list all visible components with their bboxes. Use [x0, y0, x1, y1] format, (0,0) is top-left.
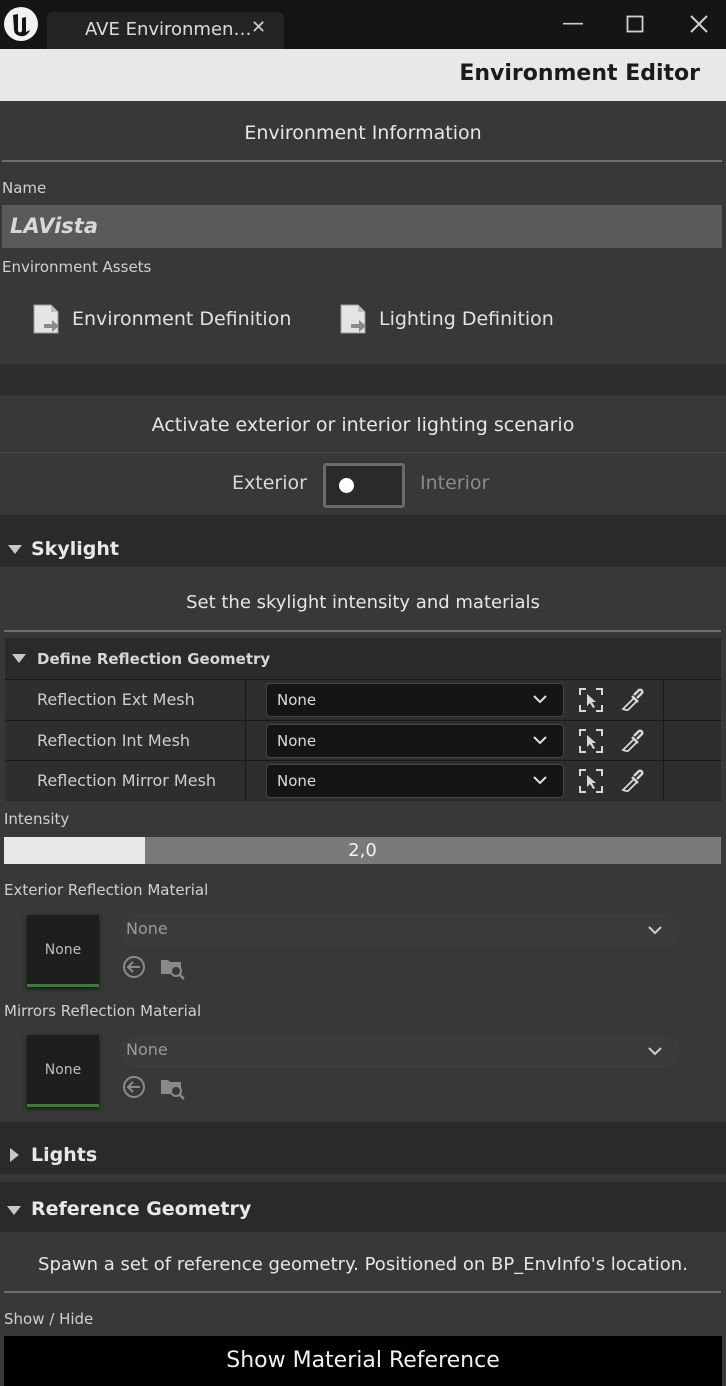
minimize-button[interactable]: — [558, 10, 588, 38]
skylight-category-header[interactable]: Skylight [0, 515, 726, 567]
property-name: Reflection Mirror Mesh [37, 771, 217, 790]
exterior-reflection-material-label: Exterior Reflection Material [4, 881, 209, 899]
tab-label: AVE Environmen… [85, 19, 252, 40]
show-material-reference-label: Show Material Reference [226, 1348, 500, 1373]
material-thumbnail[interactable]: None [27, 1035, 99, 1107]
use-selected-arrow-icon[interactable] [121, 1074, 147, 1100]
reference-geometry-header-label: Reference Geometry [31, 1198, 252, 1220]
environment-definition-button[interactable]: Environment Definition [32, 298, 291, 340]
reflection-int-mesh-row: Reflection Int Mesh None [5, 720, 721, 761]
browse-asset-icon[interactable] [578, 768, 604, 794]
document-tab[interactable]: AVE Environmen… ✕ [47, 12, 284, 49]
eyedropper-icon[interactable] [619, 728, 645, 754]
document-arrow-icon [340, 304, 366, 334]
column-divider [663, 680, 664, 720]
material-thumbnail[interactable]: None [27, 915, 99, 987]
thumbnail-label: None [44, 942, 82, 958]
unreal-logo-icon[interactable] [3, 6, 39, 42]
exterior-material-combo[interactable]: None [120, 913, 680, 947]
toggle-knob [339, 478, 354, 493]
eyedropper-icon[interactable] [619, 687, 645, 713]
chevron-down-icon [533, 695, 547, 704]
chevron-down-icon [648, 926, 662, 935]
eyedropper-icon[interactable] [619, 768, 645, 794]
window-titlebar: AVE Environmen… ✕ — [0, 0, 726, 49]
divider [2, 160, 722, 162]
combo-value: None [126, 1040, 168, 1059]
skylight-description: Set the skylight intensity and materials [186, 592, 540, 613]
reflection-ext-mesh-combo[interactable]: None [266, 683, 564, 717]
scenario-heading: Activate exterior or interior lighting s… [151, 414, 575, 436]
mirrors-reflection-material-label: Mirrors Reflection Material [4, 1002, 202, 1020]
name-field[interactable]: LAVista [2, 205, 722, 248]
document-arrow-icon [33, 304, 59, 334]
lights-header-label: Lights [31, 1144, 98, 1166]
reflection-mirror-mesh-row: Reflection Mirror Mesh None [5, 760, 721, 801]
environment-assets-label: Environment Assets [2, 258, 152, 276]
combo-value: None [277, 772, 317, 790]
section-spacer [0, 364, 726, 395]
property-name: Reflection Ext Mesh [37, 690, 195, 709]
reflection-ext-mesh-row: Reflection Ext Mesh None [5, 679, 721, 720]
reflection-geometry-group: Define Reflection Geometry Reflection Ex… [5, 638, 721, 801]
browse-asset-icon[interactable] [578, 728, 604, 754]
interior-label: Interior [420, 472, 490, 494]
show-material-reference-button[interactable]: Show Material Reference [4, 1336, 722, 1386]
intensity-value: 2,0 [348, 840, 377, 861]
combo-value: None [126, 919, 168, 938]
intensity-label: Intensity [4, 810, 70, 828]
reflection-int-mesh-combo[interactable]: None [266, 724, 564, 758]
reflection-geometry-header[interactable]: Define Reflection Geometry [5, 638, 721, 679]
use-selected-arrow-icon[interactable] [121, 954, 147, 980]
column-divider [245, 680, 246, 720]
maximize-button[interactable] [620, 10, 650, 38]
maximize-icon [626, 15, 644, 33]
close-icon [690, 15, 708, 33]
divider [4, 1291, 721, 1293]
expand-arrow-icon [8, 545, 22, 554]
editor-title: Environment Editor [459, 61, 700, 86]
divider [0, 452, 726, 453]
column-divider [663, 721, 664, 761]
reflection-mirror-mesh-combo[interactable]: None [266, 764, 564, 798]
collapsed-arrow-icon [10, 1148, 19, 1162]
column-divider [245, 761, 246, 801]
reference-geometry-category-header[interactable]: Reference Geometry [0, 1182, 726, 1232]
browse-folder-icon[interactable] [159, 1074, 185, 1100]
skylight-header-label: Skylight [31, 538, 119, 560]
exterior-label: Exterior [232, 472, 307, 494]
reflection-geometry-label: Define Reflection Geometry [37, 650, 271, 668]
browse-folder-icon[interactable] [159, 954, 185, 980]
lighting-definition-button[interactable]: Lighting Definition [339, 298, 554, 340]
show-hide-label: Show / Hide [4, 1310, 94, 1328]
intensity-slider[interactable]: 2,0 [4, 837, 721, 864]
reference-description: Spawn a set of reference geometry. Posit… [38, 1254, 688, 1275]
expand-arrow-icon [12, 654, 26, 663]
exterior-interior-toggle[interactable] [323, 463, 405, 508]
column-divider [245, 721, 246, 761]
tab-close-icon[interactable]: ✕ [251, 18, 266, 38]
expand-arrow-icon [7, 1206, 21, 1215]
section-heading-env-info: Environment Information [244, 122, 482, 144]
chevron-down-icon [533, 736, 547, 745]
chevron-down-icon [648, 1047, 662, 1056]
mirrors-material-combo[interactable]: None [120, 1034, 680, 1068]
combo-value: None [277, 732, 317, 750]
lighting-definition-label: Lighting Definition [379, 308, 554, 330]
chevron-down-icon [533, 776, 547, 785]
editor-header: Environment Editor [0, 49, 726, 101]
browse-asset-icon[interactable] [578, 687, 604, 713]
close-window-button[interactable] [684, 10, 714, 38]
thumbnail-label: None [44, 1062, 82, 1078]
divider [4, 630, 721, 632]
combo-value: None [277, 691, 317, 709]
lights-category-header[interactable]: Lights [0, 1122, 726, 1174]
environment-definition-label: Environment Definition [72, 308, 292, 330]
column-divider [663, 761, 664, 801]
name-label: Name [2, 179, 47, 197]
property-name: Reflection Int Mesh [37, 731, 191, 750]
name-value: LAVista [10, 214, 98, 238]
